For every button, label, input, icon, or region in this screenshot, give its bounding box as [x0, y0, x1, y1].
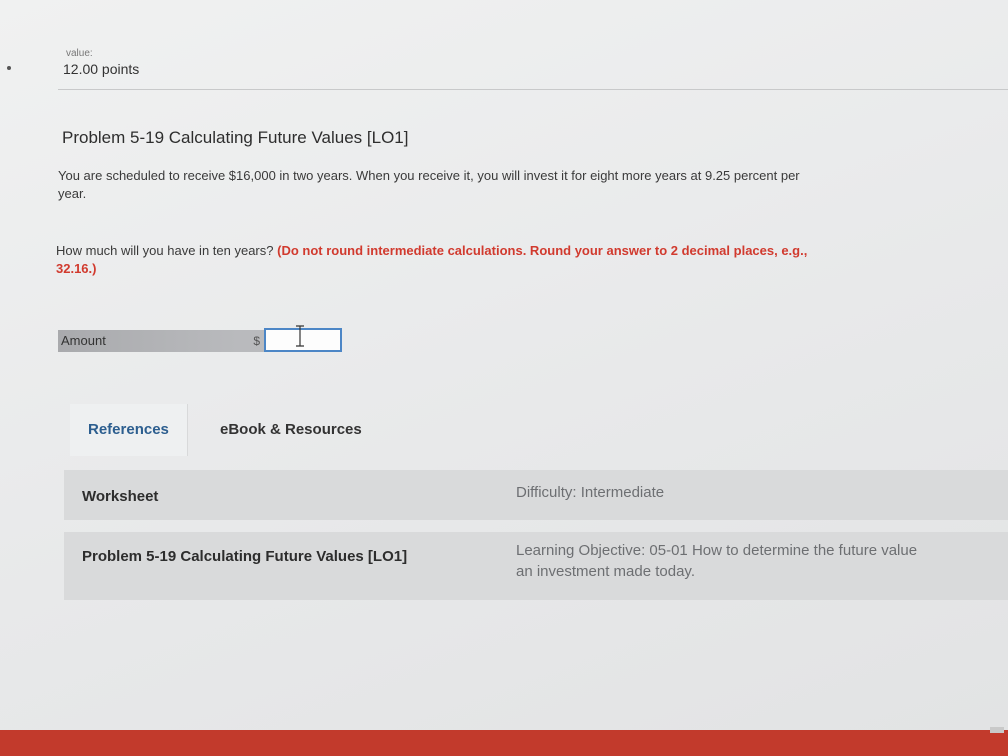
points-value: 12.00 points — [63, 61, 140, 77]
learning-objective-line2: an investment made today. — [516, 563, 695, 580]
reference-row-problem: Problem 5-19 Calculating Future Values [… — [64, 532, 1008, 600]
problem-text: You are scheduled to receive $16,000 in … — [58, 168, 800, 201]
value-block: value: 12.00 points — [58, 48, 1008, 90]
tab-references[interactable]: References — [70, 404, 188, 456]
problem-title: Problem 5-19 Calculating Future Values [… — [62, 128, 409, 147]
references-panel: References eBook & Resources Worksheet D… — [64, 404, 1008, 610]
divider — [58, 89, 1008, 90]
difficulty-text: Difficulty: Intermediate — [516, 484, 665, 501]
amount-label: Amount — [58, 330, 238, 352]
question-text: How much will you have in ten years? — [56, 243, 274, 258]
learning-objective-line1: Learning Objective: 05-01 How to determi… — [516, 542, 918, 559]
learning-objective: Learning Objective: 05-01 How to determi… — [516, 540, 917, 582]
value-label: value: — [66, 48, 93, 59]
worksheet-label[interactable]: Worksheet — [82, 488, 158, 505]
currency-symbol: $ — [238, 330, 264, 352]
page: value: 12.00 points Problem 5-19 Calcula… — [0, 0, 1008, 730]
text-cursor-icon — [296, 325, 304, 347]
question-block: How much will you have in ten years? (Do… — [56, 242, 836, 278]
footer-bar — [0, 730, 1008, 756]
bullet-dot — [7, 66, 11, 70]
tab-bar: References eBook & Resources — [70, 404, 1008, 456]
scroll-handle[interactable] — [990, 727, 1004, 733]
reference-row-worksheet: Worksheet Difficulty: Intermediate — [64, 470, 1008, 520]
problem-reference-label: Problem 5-19 Calculating Future Values [… — [82, 548, 408, 565]
tab-ebook-resources[interactable]: eBook & Resources — [202, 404, 380, 456]
